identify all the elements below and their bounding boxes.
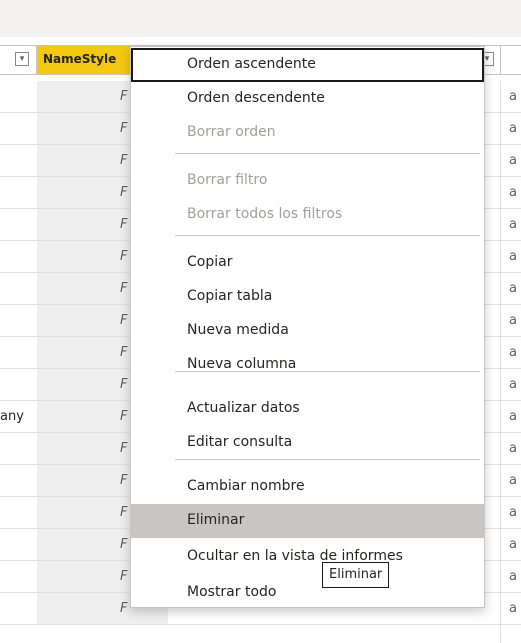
menu-item-label: Nueva medida xyxy=(187,322,289,338)
menu-item-new-column[interactable]: Nueva columna xyxy=(131,348,484,382)
right-cell: a xyxy=(509,249,517,264)
menu-item-clear-all-filters[interactable]: Borrar todos los filtros xyxy=(131,198,484,232)
menu-item-sort-descending[interactable]: Orden descendente xyxy=(131,82,484,116)
menu-item-label: Borrar filtro xyxy=(187,172,268,188)
menu-item-label: Editar consulta xyxy=(187,434,293,450)
menu-item-copy-table[interactable]: Copiar tabla xyxy=(131,280,484,314)
menu-item-sort-ascending[interactable]: Orden ascendente xyxy=(131,48,484,82)
menu-item-rename[interactable]: Cambiar nombre xyxy=(131,470,484,504)
right-cell: a xyxy=(509,537,517,552)
menu-item-label: Borrar orden xyxy=(187,124,276,140)
right-cell: a xyxy=(509,153,517,168)
context-menu: Orden ascendente Orden descendente Borrar … xyxy=(130,46,485,608)
menu-item-label: Eliminar xyxy=(187,512,245,528)
menu-item-label: Orden ascendente xyxy=(187,56,316,72)
menu-separator xyxy=(175,459,480,460)
menu-item-label: Copiar xyxy=(187,254,233,270)
right-cell: a xyxy=(509,569,517,584)
right-cell: a xyxy=(509,601,517,616)
menu-item-label: Borrar todos los filtros xyxy=(187,206,343,222)
right-cell: a xyxy=(509,473,517,488)
menu-item-new-measure[interactable]: Nueva medida xyxy=(131,314,484,348)
menu-separator xyxy=(175,153,480,154)
menu-item-clear-filter[interactable]: Borrar filtro xyxy=(131,164,484,198)
right-cell: a xyxy=(509,409,517,424)
namestyle-cell: F xyxy=(120,505,128,520)
right-cell: a xyxy=(509,185,517,200)
right-cell: a xyxy=(509,281,517,296)
namestyle-cell: F xyxy=(120,537,128,552)
namestyle-cell: F xyxy=(120,217,128,232)
menu-item-label: Mostrar todo xyxy=(187,584,277,600)
namestyle-cell: F xyxy=(120,249,128,264)
menu-item-edit-query[interactable]: Editar consulta xyxy=(131,426,484,460)
column-divider xyxy=(500,81,501,643)
top-toolbar xyxy=(0,0,521,37)
namestyle-cell: F xyxy=(120,89,128,104)
right-cell: a xyxy=(509,121,517,136)
right-cell: a xyxy=(509,505,517,520)
menu-separator xyxy=(175,529,480,530)
namestyle-cell: F xyxy=(120,409,128,424)
right-cell: a xyxy=(509,217,517,232)
chevron-down-icon[interactable]: ▾ xyxy=(15,52,29,66)
namestyle-cell: F xyxy=(120,121,128,136)
menu-item-label: Cambiar nombre xyxy=(187,478,305,494)
namestyle-cell: F xyxy=(120,345,128,360)
namestyle-cell: F xyxy=(120,377,128,392)
namestyle-cell: F xyxy=(120,313,128,328)
right-cell: a xyxy=(509,377,517,392)
menu-item-label: Nueva columna xyxy=(187,356,297,372)
column-header-left[interactable]: ▾ xyxy=(0,46,37,74)
namestyle-cell: F xyxy=(120,473,128,488)
namestyle-cell: F xyxy=(120,153,128,168)
namestyle-cell: F xyxy=(120,569,128,584)
namestyle-cell: F xyxy=(120,185,128,200)
menu-separator xyxy=(175,235,480,236)
right-cell: a xyxy=(509,313,517,328)
menu-item-refresh-data[interactable]: Actualizar datos xyxy=(131,392,484,426)
namestyle-cell: F xyxy=(120,601,128,616)
menu-item-label: Copiar tabla xyxy=(187,288,273,304)
namestyle-cell: F xyxy=(120,441,128,456)
menu-item-delete[interactable]: Eliminar xyxy=(131,504,484,538)
column-header-label: NameStyle xyxy=(43,52,117,66)
menu-item-show-all[interactable]: Mostrar todo xyxy=(131,576,484,607)
right-cell: a xyxy=(509,89,517,104)
menu-item-copy[interactable]: Copiar xyxy=(131,246,484,280)
right-cell: a xyxy=(509,345,517,360)
tooltip: Eliminar xyxy=(322,562,390,588)
menu-item-hide-in-report-view[interactable]: Ocultar en la vista de informes xyxy=(131,540,484,574)
menu-item-label: Actualizar datos xyxy=(187,400,300,416)
left-cell: any xyxy=(0,409,24,424)
menu-separator xyxy=(175,371,480,372)
namestyle-cell: F xyxy=(120,281,128,296)
menu-item-clear-sort[interactable]: Borrar orden xyxy=(131,116,484,150)
menu-item-label: Orden descendente xyxy=(187,90,325,106)
right-cell: a xyxy=(509,441,517,456)
